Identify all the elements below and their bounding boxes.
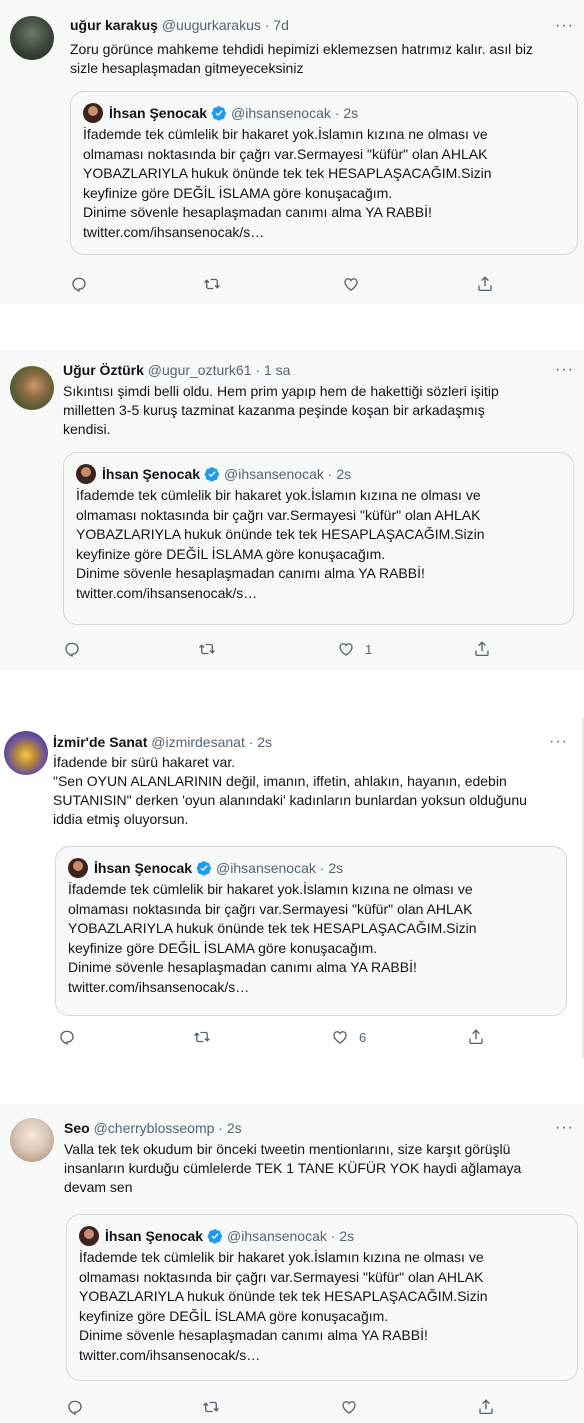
reply-icon [72,277,86,292]
like-count: 1 [365,641,373,657]
more-options-button[interactable]: ··· [549,734,568,750]
like-button[interactable]: 1 [337,640,372,658]
tweet-header: Seo @cherryblosseomp · 2s [64,1119,242,1137]
author-handle-time[interactable]: @uugurkarakus · 7d [162,17,289,33]
tweet-actions: 1 [0,640,584,660]
retweet-icon [204,278,220,290]
author-handle-time[interactable]: @izmirdesanat · 2s [151,734,272,750]
tweet-text: Sıkıntısı şimdi belli oldu. Hem prim yap… [63,383,499,437]
retweet-button[interactable] [202,1398,220,1416]
quoted-author-name: İhsan Şenocak [105,1228,204,1244]
quoted-avatar [68,858,88,878]
reply-button[interactable] [66,1398,84,1416]
avatar[interactable] [4,731,48,775]
reply-button[interactable] [63,640,81,658]
quoted-author-name: İhsan Şenocak [102,466,201,482]
share-icon [475,641,489,657]
share-icon [478,276,492,292]
share-button[interactable] [477,1398,495,1416]
verified-badge-icon [204,467,220,482]
quoted-tweet[interactable]: İhsan Şenocak @ihsansenocak · 2s İfademd… [66,1214,578,1381]
retweet-icon [199,643,215,655]
quoted-handle-time: @ihsansenocak · 2s [224,466,352,482]
quoted-handle-time: @ihsansenocak · 2s [216,860,344,876]
more-options-button[interactable]: ··· [555,18,574,34]
like-button[interactable] [342,275,370,293]
tweet-text: Valla tek tek okudum bir önceki tweetin … [64,1141,522,1195]
share-button[interactable] [476,275,494,293]
quoted-handle-time: @ihsansenocak · 2s [227,1228,355,1244]
tweet-card[interactable]: uğur karakuş @uugurkarakus · 7d ··· Zoru… [0,0,584,304]
share-button[interactable] [467,1028,485,1046]
quoted-tweet-header: İhsan Şenocak @ihsansenocak · 2s [68,858,343,878]
tweet-actions [0,275,584,295]
tweet-actions: 6 [2,1028,584,1048]
author-name[interactable]: İzmir'de Sanat [53,734,147,750]
tweet-actions [0,1398,584,1418]
heart-icon [344,278,358,291]
quoted-tweet[interactable]: İhsan Şenocak @ihsansenocak · 2s İfademd… [70,91,578,255]
like-count: 6 [359,1029,367,1045]
tweet-header: Uğur Öztürk @ugur_ozturk61 · 1 sa [63,361,290,379]
quoted-tweet-header: İhsan Şenocak @ihsansenocak · 2s [79,1226,354,1246]
quoted-author-name: İhsan Şenocak [109,105,208,121]
quoted-handle-time: @ihsansenocak · 2s [231,105,359,121]
tweet-card[interactable]: Uğur Öztürk @ugur_ozturk61 · 1 sa ··· Sı… [0,350,584,670]
tweet-header: İzmir'de Sanat @izmirdesanat · 2s [53,733,272,751]
quoted-tweet[interactable]: İhsan Şenocak @ihsansenocak · 2s İfademd… [63,452,574,625]
tweet-text: Zoru görünce mahkeme tehdidi hepimizi ek… [70,41,533,76]
reply-icon [65,642,79,657]
author-name[interactable]: Seo [64,1120,90,1136]
author-name[interactable]: Uğur Öztürk [63,362,144,378]
more-options-button[interactable]: ··· [555,362,574,378]
quoted-tweet-header: İhsan Şenocak @ihsansenocak · 2s [76,464,351,484]
share-icon [469,1029,483,1045]
tweet-text: İfadende bir sürü hakaret var. "Sen OYUN… [53,754,527,827]
avatar[interactable] [10,1118,54,1162]
quoted-tweet-text: İfademde tek cümlelik bir hakaret yok.İs… [83,126,492,240]
quoted-tweet-header: İhsan Şenocak @ihsansenocak · 2s [83,103,358,123]
avatar[interactable] [10,16,54,60]
reply-button[interactable] [70,275,88,293]
quoted-tweet-text: İfademde tek cümlelik bir hakaret yok.İs… [68,881,477,995]
quoted-tweet[interactable]: İhsan Şenocak @ihsansenocak · 2s İfademd… [55,846,567,1016]
tweet-card[interactable]: İzmir'de Sanat @izmirdesanat · 2s ··· İf… [2,718,582,1058]
retweet-button[interactable] [198,640,216,658]
author-name[interactable]: uğur karakuş [70,17,158,33]
quoted-author-name: İhsan Şenocak [94,860,193,876]
verified-badge-icon [211,106,227,121]
heart-icon [342,1401,356,1414]
retweet-icon [194,1031,210,1043]
heart-icon [339,643,353,656]
retweet-button[interactable] [203,275,221,293]
retweet-icon [203,1401,219,1413]
quoted-tweet-text: İfademde tek cümlelik bir hakaret yok.İs… [76,487,485,601]
share-button[interactable] [473,640,491,658]
like-button[interactable] [340,1398,368,1416]
reply-icon [68,1400,82,1415]
quoted-tweet-text: İfademde tek cümlelik bir hakaret yok.İs… [79,1249,488,1363]
share-icon [479,1399,493,1415]
author-handle-time[interactable]: @ugur_ozturk61 · 1 sa [148,362,291,378]
reply-icon [60,1030,74,1045]
author-handle-time[interactable]: @cherryblosseomp · 2s [94,1120,242,1136]
like-button[interactable]: 6 [331,1028,366,1046]
quoted-avatar [79,1226,99,1246]
heart-icon [333,1031,347,1044]
quoted-avatar [76,464,96,484]
tweet-card[interactable]: Seo @cherryblosseomp · 2s ··· Valla tek … [0,1104,584,1423]
more-options-button[interactable]: ··· [555,1120,574,1136]
avatar[interactable] [10,366,54,410]
tweet-header: uğur karakuş @uugurkarakus · 7d [70,16,289,34]
reply-button[interactable] [58,1028,76,1046]
verified-badge-icon [207,1229,223,1244]
retweet-button[interactable] [193,1028,211,1046]
verified-badge-icon [196,861,212,876]
quoted-avatar [83,103,103,123]
